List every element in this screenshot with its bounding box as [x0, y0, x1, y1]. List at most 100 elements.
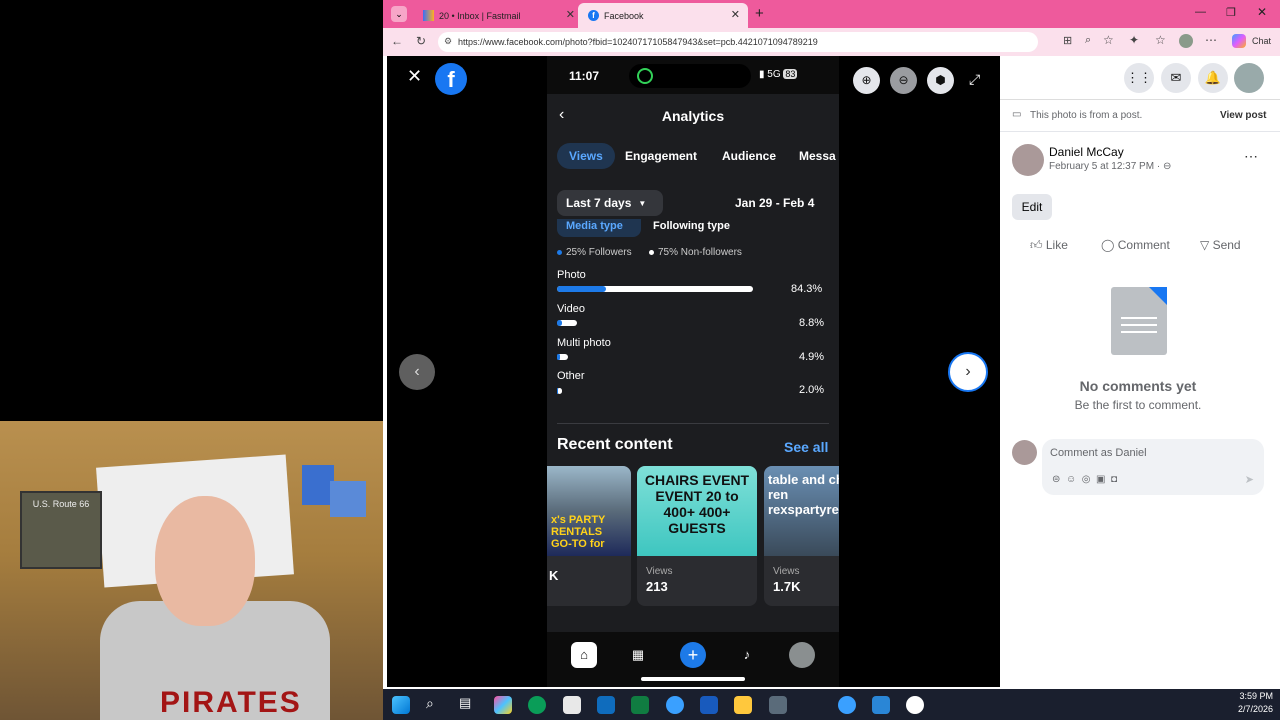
- subtab-media-type: Media type: [566, 220, 623, 232]
- comment-input[interactable]: Comment as Daniel: [1050, 447, 1147, 459]
- post-date-text: February 5 at 12:37 PM: [1049, 161, 1155, 172]
- chat-label[interactable]: Chat: [1252, 36, 1271, 46]
- facebook-logo[interactable]: f: [435, 63, 467, 95]
- task-view-icon[interactable]: ▤: [459, 695, 471, 711]
- refresh-icon[interactable]: ↻: [416, 34, 426, 48]
- phone-nav-bar: ⌂ ▦ + ♪: [547, 632, 839, 687]
- tab-facebook[interactable]: f Facebook ✕: [578, 3, 748, 28]
- app-icon[interactable]: [666, 696, 684, 714]
- no-comments-subtitle: Be the first to comment.: [1074, 398, 1202, 412]
- previous-photo-button[interactable]: ‹: [399, 354, 435, 390]
- tab-fastmail[interactable]: 20 • Inbox | Fastmail ✕: [413, 3, 583, 28]
- poster: [330, 481, 366, 517]
- gif-icon[interactable]: ▣: [1096, 474, 1105, 485]
- send-icon: ▽: [1200, 238, 1213, 252]
- tag-icon[interactable]: ⬢: [927, 67, 954, 94]
- close-icon[interactable]: ✕: [731, 8, 740, 21]
- shirt-text: PIRATES: [160, 686, 302, 719]
- profile-avatar[interactable]: [1179, 34, 1193, 48]
- minimize-button[interactable]: —: [1195, 6, 1206, 18]
- document-fold: [1149, 287, 1167, 305]
- divider: [1000, 99, 1280, 100]
- media-pct-video: 8.8%: [799, 317, 825, 329]
- tab-list-chevron-icon[interactable]: ⌄: [391, 6, 407, 22]
- document-line: [1121, 317, 1157, 319]
- view-post-link[interactable]: View post: [1220, 110, 1267, 121]
- excel-icon[interactable]: [631, 696, 649, 714]
- thumb-views-label: [547, 556, 631, 566]
- media-bar-video: [557, 320, 577, 326]
- url-field[interactable]: ⚙ https://www.facebook.com/photo?fbid=102…: [438, 32, 1038, 52]
- like-button[interactable]: 👍︎ Like: [1030, 238, 1068, 253]
- tab-label: 20 • Inbox | Fastmail: [439, 10, 521, 21]
- zoom-in-icon[interactable]: ⊕: [853, 67, 880, 94]
- range-dropdown: Last 7 days ▼: [557, 190, 663, 216]
- restore-button[interactable]: ❐: [1226, 6, 1236, 19]
- emoji-icon[interactable]: ☺: [1066, 474, 1076, 485]
- post-date: February 5 at 12:37 PM · ⊖: [1049, 161, 1172, 172]
- followers-legend: 25% Followers: [566, 247, 632, 258]
- next-photo-button[interactable]: ›: [948, 352, 988, 392]
- site-info-icon[interactable]: ⚙: [444, 36, 452, 47]
- account-avatar[interactable]: [1234, 63, 1264, 93]
- calculator-icon[interactable]: [769, 696, 787, 714]
- start-icon[interactable]: [392, 696, 410, 714]
- close-window-button[interactable]: ✕: [1257, 5, 1267, 19]
- word-icon[interactable]: [700, 696, 718, 714]
- more-icon[interactable]: ⋯: [1205, 33, 1217, 47]
- close-viewer-icon[interactable]: ✕: [407, 66, 422, 87]
- copilot-icon[interactable]: [1232, 34, 1246, 48]
- zoom-icon[interactable]: ⌕: [1085, 34, 1091, 47]
- send-comment-icon[interactable]: ➤: [1245, 473, 1254, 486]
- sticker-icon[interactable]: ◘: [1111, 474, 1117, 485]
- camera-icon[interactable]: ◎: [1082, 474, 1091, 485]
- file-explorer-icon[interactable]: [734, 696, 752, 714]
- document-icon: [1111, 287, 1167, 355]
- author-avatar[interactable]: [1012, 144, 1044, 176]
- webcam-overlay: U.S. Route 66 PIRATES: [0, 421, 383, 720]
- comment-box[interactable]: Comment as Daniel ⊜ ☺ ◎ ▣ ◘ ➤: [1042, 439, 1264, 495]
- back-icon[interactable]: ←: [391, 34, 403, 48]
- clock-date[interactable]: 2/7/2026: [1223, 704, 1273, 714]
- favorites-icon[interactable]: ☆: [1155, 33, 1166, 47]
- more-options-icon[interactable]: ⋯: [1244, 148, 1258, 165]
- media-label-other: Other: [557, 370, 585, 382]
- bell-icon: ♪: [743, 647, 751, 662]
- new-tab-button[interactable]: +: [755, 5, 764, 22]
- content-thumb: table and chair ren rexspartyrenta Views…: [764, 466, 839, 606]
- nonfollowers-dot: [649, 250, 654, 255]
- author-name[interactable]: Daniel McCay: [1049, 145, 1124, 159]
- close-icon[interactable]: ✕: [566, 8, 575, 21]
- messenger-icon[interactable]: ✉: [1161, 63, 1191, 93]
- fullscreen-icon[interactable]: ⤢: [969, 71, 980, 88]
- clock-time[interactable]: 3:59 PM: [1223, 691, 1273, 701]
- app-icon[interactable]: [906, 696, 924, 714]
- thumb-image: x's PARTY RENTALS GO-TO for: [547, 466, 631, 556]
- home-indicator: [641, 677, 745, 681]
- comment-button[interactable]: ◯ Comment: [1101, 238, 1170, 252]
- tab-engagement: Engagement: [625, 149, 698, 163]
- zoom-out-icon[interactable]: ⊖: [890, 67, 917, 94]
- edit-button[interactable]: Edit: [1012, 194, 1052, 220]
- document-line: [1121, 331, 1157, 333]
- search-icon[interactable]: ⌕: [426, 695, 434, 712]
- copilot-icon[interactable]: [494, 696, 512, 714]
- app-icon[interactable]: ⊞: [1063, 34, 1072, 47]
- send-button[interactable]: ▽ Send: [1200, 238, 1241, 252]
- outlook-icon[interactable]: [597, 696, 615, 714]
- phone-status-bar: 11:07 ▮ 5G 83: [547, 56, 839, 94]
- store-icon[interactable]: [563, 696, 581, 714]
- edge-icon[interactable]: [528, 696, 546, 714]
- notifications-icon[interactable]: 🔔: [1198, 63, 1228, 93]
- home-icon: ⌂: [571, 642, 597, 668]
- thumb-views: 1.7K: [773, 579, 801, 594]
- app-icon[interactable]: [872, 696, 890, 714]
- star-icon[interactable]: ☆: [1103, 33, 1114, 47]
- media-label-multi-photo: Multi photo: [557, 337, 611, 349]
- analytics-icon: ▦: [631, 647, 645, 662]
- subtab-following-type: Following type: [653, 220, 730, 232]
- extensions-icon[interactable]: ✦: [1129, 33, 1139, 47]
- apps-menu-icon[interactable]: ⋮⋮: [1124, 63, 1154, 93]
- edge-active-icon[interactable]: [838, 696, 856, 714]
- avatar-sticker-icon[interactable]: ⊜: [1052, 474, 1060, 485]
